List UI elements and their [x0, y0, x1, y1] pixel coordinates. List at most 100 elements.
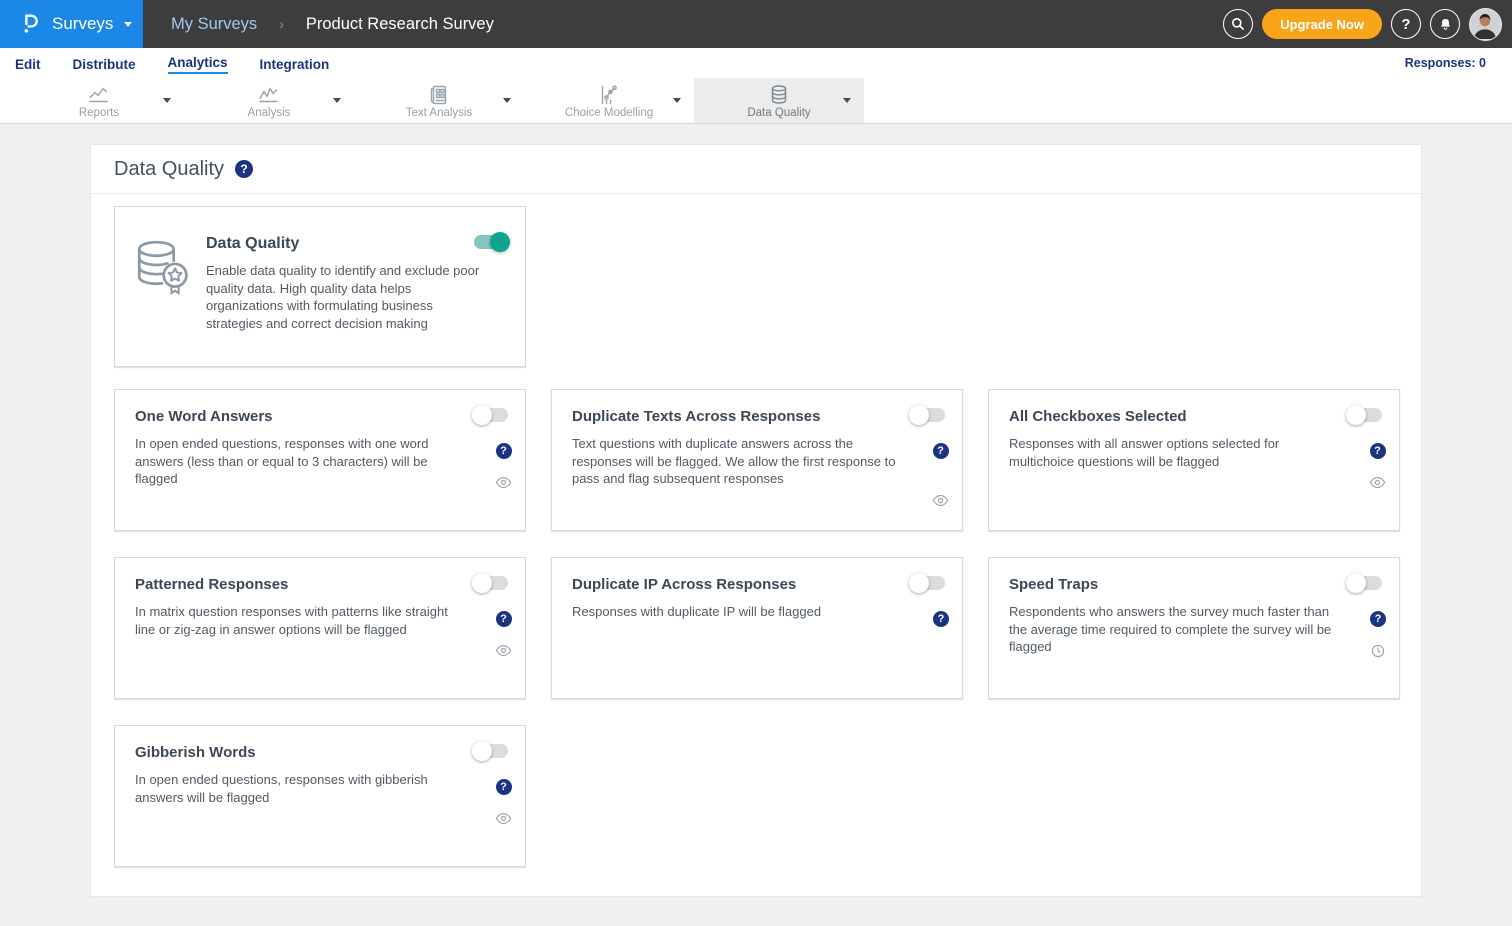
card-description: In open ended questions, responses with … [135, 435, 505, 488]
card-patterned-responses: Patterned Responses In matrix question r… [114, 557, 526, 699]
card-title: Data Quality [206, 235, 486, 253]
data-quality-panel: Data Quality ? Data Quality Enable d [90, 144, 1422, 897]
eye-icon[interactable] [495, 812, 512, 825]
nav-tab-distribute[interactable]: Distribute [73, 55, 136, 72]
all-checkboxes-toggle[interactable] [1348, 408, 1382, 422]
help-icon[interactable]: ? [235, 160, 253, 178]
document-grid-icon [427, 84, 451, 106]
topbar-actions: Upgrade Now ? [1223, 8, 1512, 41]
clock-icon[interactable] [1371, 644, 1385, 658]
feature-card-body: Data Quality Enable data quality to iden… [206, 235, 486, 366]
duplicate-ip-toggle[interactable] [911, 576, 945, 590]
toolbar-tab-label: Reports [79, 107, 119, 119]
product-menu[interactable]: Surveys [0, 0, 143, 48]
product-menu-label: Surveys [52, 14, 113, 34]
responses-count: Responses: 0 [1405, 56, 1486, 70]
gibberish-words-toggle[interactable] [474, 744, 508, 758]
topbar: Surveys My Surveys › Product Research Su… [0, 0, 1512, 48]
breadcrumb-current-survey: Product Research Survey [306, 15, 494, 34]
toggle-knob [909, 405, 929, 425]
help-icon[interactable]: ? [933, 611, 949, 627]
panel-content: Data Quality Enable data quality to iden… [91, 194, 1421, 867]
card-side-icons: ? [1370, 611, 1386, 658]
card-all-checkboxes-selected: All Checkboxes Selected Responses with a… [988, 389, 1400, 531]
card-side-icons: ? [495, 443, 512, 489]
card-side-icons: ? [932, 443, 949, 507]
card-speed-traps: Speed Traps Respondents who answers the … [988, 557, 1400, 699]
card-title: Speed Traps [1009, 576, 1379, 593]
card-title: One Word Answers [135, 408, 505, 425]
chevron-down-icon[interactable] [843, 98, 851, 107]
toolbar-tab-label: Choice Modelling [565, 107, 653, 119]
quality-checks-grid: One Word Answers In open ended questions… [114, 389, 1398, 867]
help-icon[interactable]: ? [1370, 443, 1386, 459]
breadcrumb-separator: › [279, 16, 284, 32]
help-button[interactable]: ? [1391, 9, 1421, 39]
toggle-knob [1346, 573, 1366, 593]
toolbar-tab-text-analysis[interactable]: Text Analysis [354, 78, 524, 123]
card-title: All Checkboxes Selected [1009, 408, 1379, 425]
user-avatar[interactable] [1469, 8, 1502, 41]
card-data-quality-master: Data Quality Enable data quality to iden… [114, 206, 526, 367]
page-title: Data Quality [114, 158, 224, 181]
card-description: Responses with all answer options select… [1009, 435, 1379, 470]
toolbar-tab-reports[interactable]: Reports [14, 78, 184, 123]
card-description: Text questions with duplicate answers ac… [572, 435, 942, 488]
card-title: Duplicate Texts Across Responses [572, 408, 942, 425]
eye-icon[interactable] [495, 644, 512, 657]
toolbar-tab-label: Data Quality [747, 107, 810, 119]
panel-header: Data Quality ? [91, 145, 1421, 194]
eye-icon[interactable] [495, 476, 512, 489]
help-icon[interactable]: ? [496, 443, 512, 459]
chevron-down-icon[interactable] [503, 98, 511, 107]
breadcrumb-my-surveys[interactable]: My Surveys [171, 15, 257, 34]
patterned-responses-toggle[interactable] [474, 576, 508, 590]
help-icon[interactable]: ? [496, 779, 512, 795]
toggle-knob [472, 741, 492, 761]
duplicate-texts-toggle[interactable] [911, 408, 945, 422]
card-description: Respondents who answers the survey much … [1009, 603, 1379, 656]
question-mark-icon: ? [1401, 16, 1410, 33]
analytics-toolbar: Reports Analysis Text Analysis [0, 78, 1512, 124]
upgrade-now-button[interactable]: Upgrade Now [1262, 9, 1382, 39]
chevron-down-icon[interactable] [163, 98, 171, 107]
search-button[interactable] [1223, 9, 1253, 39]
eye-icon[interactable] [1369, 476, 1386, 489]
line-chart-icon [257, 84, 281, 106]
toolbar-tab-data-quality[interactable]: Data Quality [694, 78, 864, 123]
chevron-down-icon[interactable] [333, 98, 341, 107]
data-quality-toggle[interactable] [474, 235, 508, 249]
avatar-photo [1470, 9, 1500, 39]
card-title: Patterned Responses [135, 576, 505, 593]
chevron-down-icon[interactable] [673, 98, 681, 107]
nav-tab-edit[interactable]: Edit [15, 55, 41, 72]
speed-traps-toggle[interactable] [1348, 576, 1382, 590]
toggle-knob [1346, 405, 1366, 425]
database-icon [767, 84, 791, 106]
card-side-icons: ? [495, 611, 512, 657]
nav-tab-analytics[interactable]: Analytics [168, 53, 228, 74]
help-icon[interactable]: ? [1370, 611, 1386, 627]
help-icon[interactable]: ? [496, 611, 512, 627]
toggle-knob [909, 573, 929, 593]
notifications-button[interactable] [1430, 9, 1460, 39]
toolbar-tab-label: Analysis [248, 107, 291, 119]
search-icon [1230, 16, 1246, 32]
eye-icon[interactable] [932, 494, 949, 507]
toolbar-tab-analysis[interactable]: Analysis [184, 78, 354, 123]
card-description: In open ended questions, responses with … [135, 771, 505, 806]
one-word-answers-toggle[interactable] [474, 408, 508, 422]
toolbar-tab-choice-modelling[interactable]: Choice Modelling [524, 78, 694, 123]
toggle-knob [490, 232, 510, 252]
card-title: Duplicate IP Across Responses [572, 576, 942, 593]
card-description: Enable data quality to identify and excl… [206, 262, 486, 332]
card-gibberish-words: Gibberish Words In open ended questions,… [114, 725, 526, 867]
card-side-icons: ? [933, 611, 949, 627]
card-description: In matrix question responses with patter… [135, 603, 505, 638]
questionpro-logo-icon [19, 12, 41, 36]
nav-tab-integration[interactable]: Integration [260, 55, 330, 72]
help-icon[interactable]: ? [933, 443, 949, 459]
toggle-knob [472, 573, 492, 593]
card-one-word-answers: One Word Answers In open ended questions… [114, 389, 526, 531]
survey-nav: Edit Distribute Analytics Integration Re… [0, 48, 1512, 78]
